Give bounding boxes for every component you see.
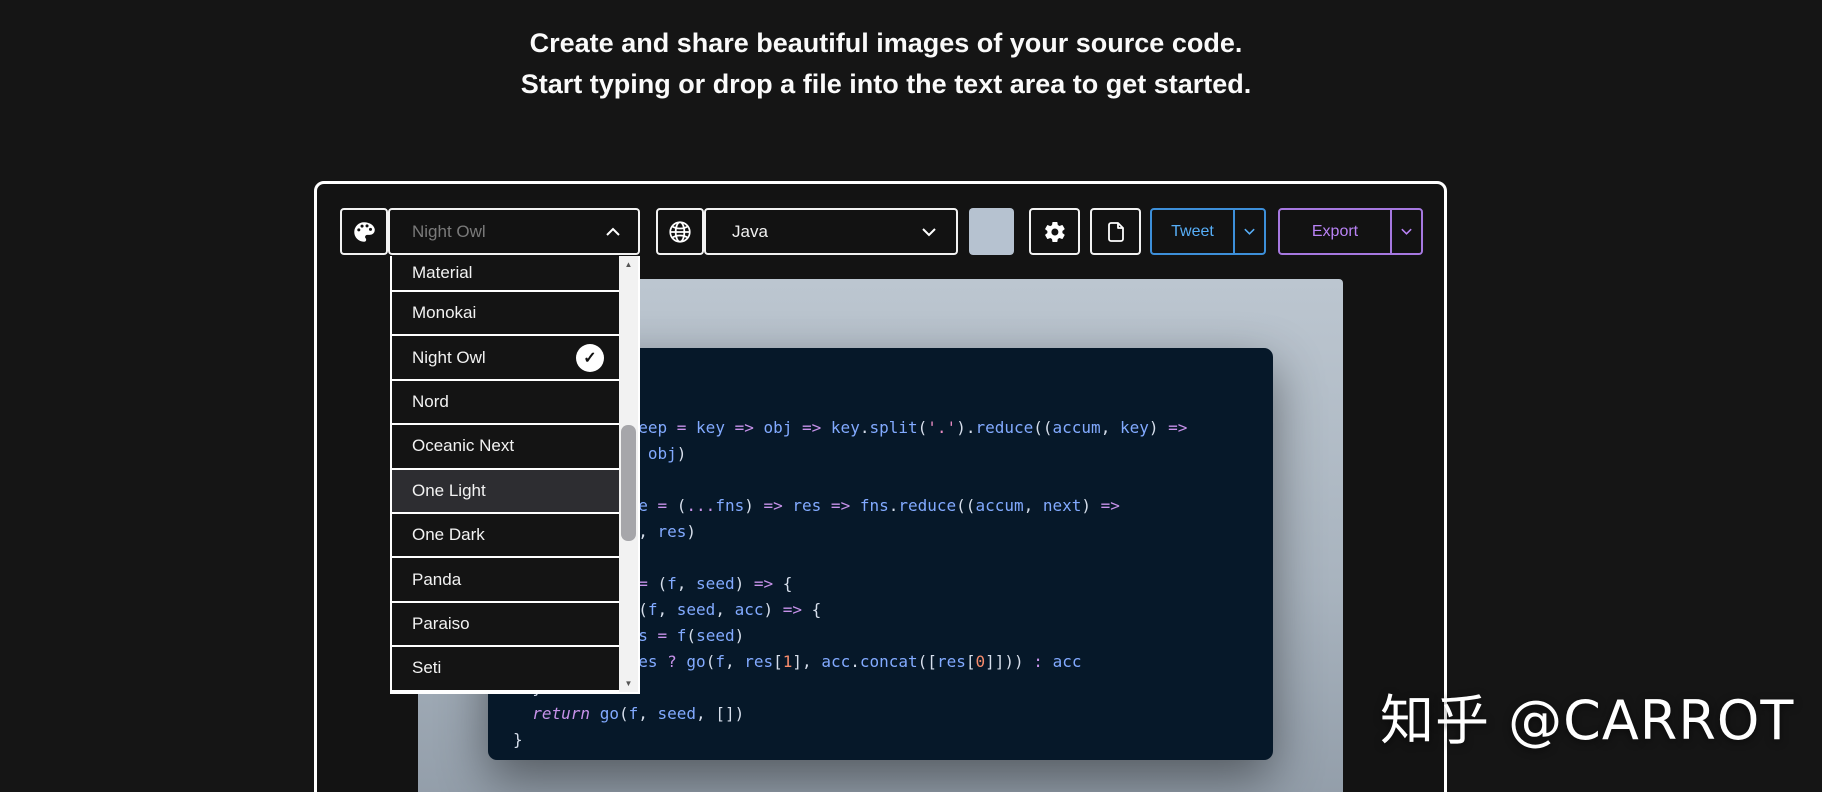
theme-menu-item-label: Oceanic Next bbox=[412, 436, 515, 456]
theme-menu-item-label: One Dark bbox=[412, 525, 485, 545]
check-icon: ✓ bbox=[576, 343, 604, 372]
palette-icon bbox=[351, 219, 377, 245]
language-globe-button[interactable] bbox=[656, 208, 704, 255]
theme-menu-item[interactable]: One Dark bbox=[392, 513, 619, 559]
scroll-up-icon[interactable]: ▲ bbox=[619, 256, 638, 273]
scrollbar-track[interactable]: ▲ ▼ bbox=[619, 256, 638, 692]
settings-button[interactable] bbox=[1029, 208, 1080, 255]
theme-menu-item[interactable]: Monokai bbox=[392, 292, 619, 337]
export-button[interactable]: Export bbox=[1280, 210, 1390, 253]
theme-menu-item-label: Night Owl bbox=[412, 347, 486, 367]
chevron-up-icon bbox=[606, 227, 620, 236]
tweet-dropdown-toggle[interactable] bbox=[1233, 210, 1264, 253]
theme-menu-item-label: Seti bbox=[412, 658, 442, 678]
carbon-card: const getDeep = key => obj => key.split(… bbox=[314, 181, 1447, 792]
scroll-down-icon[interactable]: ▼ bbox=[619, 675, 638, 692]
theme-menu-item-label: Panda bbox=[412, 569, 462, 589]
language-select[interactable]: Java bbox=[704, 208, 958, 255]
theme-menu-item[interactable]: Nord bbox=[392, 380, 619, 426]
theme-menu-item-label: Material bbox=[412, 263, 473, 282]
copy-button[interactable] bbox=[1090, 208, 1141, 255]
copy-file-icon bbox=[1104, 220, 1128, 244]
export-label: Export bbox=[1311, 222, 1359, 240]
theme-menu-item[interactable]: Paraiso bbox=[392, 602, 619, 648]
theme-menu-item[interactable]: Material bbox=[392, 256, 619, 292]
gear-icon bbox=[1043, 220, 1067, 244]
globe-icon bbox=[667, 219, 693, 245]
background-color-swatch[interactable] bbox=[969, 208, 1014, 255]
header-line-1: Create and share beautiful images of you… bbox=[529, 28, 1243, 58]
theme-menu-item-label: Paraiso bbox=[412, 613, 470, 633]
tweet-button[interactable]: Tweet bbox=[1152, 210, 1233, 253]
language-select-value: Java bbox=[732, 221, 768, 241]
theme-menu-item-label: Monokai bbox=[412, 303, 477, 323]
export-dropdown-toggle[interactable] bbox=[1390, 210, 1421, 253]
theme-palette-button[interactable] bbox=[340, 208, 388, 255]
theme-menu-item-label: Nord bbox=[412, 391, 449, 411]
watermark: 知乎 @CARROT bbox=[1380, 689, 1795, 752]
theme-select[interactable]: Night Owl bbox=[388, 208, 640, 255]
theme-menu-item[interactable]: Seti bbox=[392, 647, 619, 692]
theme-menu-item[interactable]: One Light bbox=[392, 469, 619, 514]
page-title: Create and share beautiful images of you… bbox=[0, 23, 1772, 105]
theme-menu-item[interactable]: Panda bbox=[392, 558, 619, 603]
page: Create and share beautiful images of you… bbox=[0, 0, 1822, 792]
theme-menu-item[interactable]: Night Owl ✓ bbox=[392, 336, 619, 381]
tweet-button-group: Tweet bbox=[1150, 208, 1266, 255]
header-line-2: Start typing or drop a file into the tex… bbox=[520, 69, 1252, 99]
chevron-down-icon bbox=[1244, 228, 1255, 235]
chevron-down-icon bbox=[922, 227, 936, 236]
export-button-group: Export bbox=[1278, 208, 1423, 255]
code-line: return go(f, seed, []) bbox=[532, 704, 745, 723]
scrollbar-thumb[interactable] bbox=[621, 425, 636, 541]
theme-menu-item[interactable]: Oceanic Next bbox=[392, 425, 619, 470]
theme-select-value: Night Owl bbox=[412, 221, 486, 241]
chevron-down-icon bbox=[1401, 228, 1412, 235]
code-line: } bbox=[513, 730, 523, 749]
theme-menu-list: Material Monokai Night Owl ✓ Nord Oceanic Nex… bbox=[392, 256, 619, 692]
theme-menu: Material Monokai Night Owl ✓ Nord Oceanic Nex… bbox=[390, 256, 640, 694]
tweet-label: Tweet bbox=[1171, 222, 1214, 240]
theme-menu-item-label: One Light bbox=[412, 480, 486, 500]
